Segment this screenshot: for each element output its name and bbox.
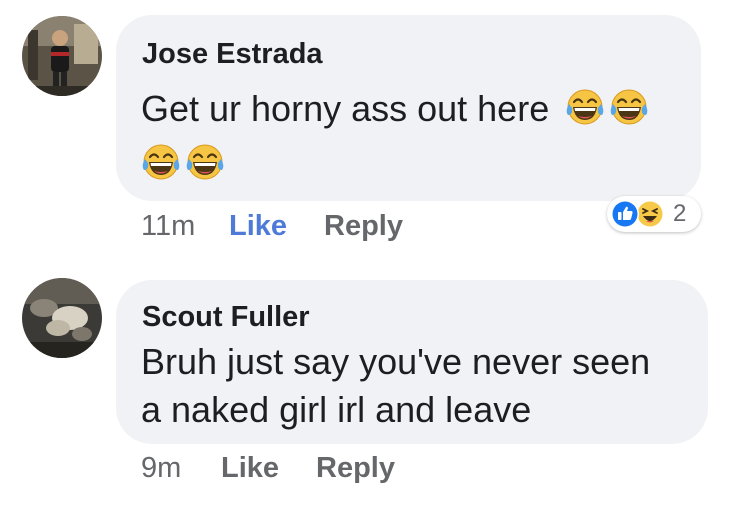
comment-author[interactable]: Jose Estrada: [142, 38, 323, 71]
comment-author[interactable]: Scout Fuller: [142, 301, 310, 334]
avatar-jose-estrada[interactable]: [22, 16, 102, 96]
avatar-scout-fuller[interactable]: [22, 278, 102, 358]
like-button[interactable]: Like: [229, 212, 287, 241]
laughing-tears-emoji-icon: [185, 142, 225, 182]
comment-text: Get ur horny ass out here: [141, 87, 649, 127]
like-icon: [610, 199, 640, 229]
comment-timestamp[interactable]: 11m: [141, 212, 195, 241]
reply-button[interactable]: Reply: [324, 212, 403, 241]
comment-text-line: a naked girl irl and leave: [141, 389, 532, 430]
reactions-summary[interactable]: 2: [607, 196, 701, 232]
laughing-tears-emoji-icon: [141, 142, 181, 182]
reaction-count: 2: [673, 200, 687, 227]
like-button[interactable]: Like: [221, 454, 279, 483]
comment-emoji-row: [141, 142, 225, 182]
laughing-tears-emoji-icon: [609, 87, 649, 127]
comment-text-line: Get ur horny ass out here: [141, 88, 550, 129]
comment-timestamp[interactable]: 9m: [141, 454, 181, 483]
reply-button[interactable]: Reply: [316, 454, 395, 483]
comment-text-line: Bruh just say you've never seen: [141, 341, 651, 382]
laughing-tears-emoji-icon: [565, 87, 605, 127]
